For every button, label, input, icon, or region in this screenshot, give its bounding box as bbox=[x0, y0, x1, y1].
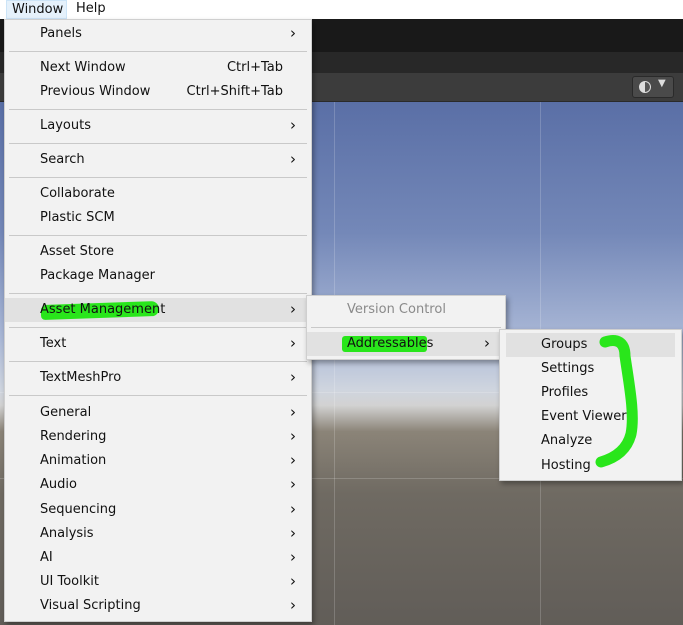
menu-item-label: Hosting bbox=[541, 458, 591, 473]
green-bracket-annotation bbox=[595, 335, 638, 468]
menu-item-analyze[interactable]: Analyze bbox=[500, 429, 681, 453]
menu-item-label: General bbox=[40, 405, 92, 420]
submenu-arrow-icon: › bbox=[290, 427, 296, 445]
menu-item-label: Sequencing bbox=[40, 502, 117, 517]
menu-item-label: Version Control bbox=[347, 302, 446, 317]
submenu-arrow-icon: › bbox=[290, 368, 296, 386]
menu-item-label: Animation bbox=[40, 453, 107, 468]
submenu-arrow-icon: › bbox=[290, 334, 296, 352]
menu-separator bbox=[9, 177, 307, 178]
menu-item-asset-management[interactable]: Asset Management › bbox=[5, 298, 311, 322]
menu-item-general[interactable]: General › bbox=[5, 401, 311, 425]
menu-separator bbox=[9, 293, 307, 294]
menu-item-collaborate[interactable]: Collaborate bbox=[5, 182, 311, 206]
submenu-arrow-icon: › bbox=[290, 475, 296, 493]
menu-item-label: Collaborate bbox=[40, 186, 115, 201]
menu-separator bbox=[9, 51, 307, 52]
submenu-arrow-icon: › bbox=[290, 403, 296, 421]
menu-separator bbox=[9, 361, 307, 362]
menu-item-shortcut: Ctrl+Tab bbox=[226, 60, 283, 75]
menu-item-label: Panels bbox=[40, 26, 82, 41]
menu-item-label: TextMeshPro bbox=[40, 370, 122, 385]
menu-item-label: Rendering bbox=[40, 429, 107, 444]
menu-item-shortcut: Ctrl+Shift+Tab bbox=[186, 84, 283, 99]
submenu-arrow-icon: › bbox=[290, 572, 296, 590]
submenu-arrow-icon: › bbox=[290, 524, 296, 542]
menu-item-label: Next Window bbox=[40, 60, 126, 75]
menu-item-event-viewer[interactable]: Event Viewer bbox=[500, 405, 681, 429]
menu-item-label: Settings bbox=[541, 361, 595, 376]
menu-item-label: Package Manager bbox=[40, 268, 156, 283]
submenu-arrow-icon: › bbox=[290, 548, 296, 566]
submenu-arrow-icon: › bbox=[290, 300, 296, 318]
menu-item-label: Text bbox=[40, 336, 67, 351]
menu-item-search[interactable]: Search › bbox=[5, 148, 311, 172]
dropdown-caret-icon: ▼ bbox=[658, 78, 666, 89]
menu-item-label: Asset Store bbox=[40, 244, 115, 259]
menubar: Window Help bbox=[0, 0, 683, 19]
submenu-arrow-icon: › bbox=[290, 24, 296, 42]
submenu-arrow-icon: › bbox=[484, 334, 490, 352]
menu-item-textmeshpro[interactable]: TextMeshPro › bbox=[5, 366, 311, 390]
menu-item-label: Profiles bbox=[541, 385, 589, 400]
submenu-arrow-icon: › bbox=[290, 150, 296, 168]
menu-item-ai[interactable]: AI › bbox=[5, 546, 311, 570]
menu-item-rendering[interactable]: Rendering › bbox=[5, 425, 311, 449]
menu-item-label: Groups bbox=[541, 337, 588, 352]
menubar-help-label: Help bbox=[76, 1, 106, 16]
menu-item-label: Asset Management bbox=[40, 302, 166, 317]
shading-mode-button[interactable]: ▼ bbox=[632, 76, 674, 98]
menu-item-groups[interactable]: Groups bbox=[506, 333, 675, 357]
menu-item-asset-store[interactable]: Asset Store bbox=[5, 240, 311, 264]
submenu-arrow-icon: › bbox=[290, 596, 296, 614]
menu-separator bbox=[9, 109, 307, 110]
menu-item-label: Previous Window bbox=[40, 84, 151, 99]
menubar-window-label: Window bbox=[12, 2, 64, 17]
menu-separator bbox=[9, 327, 307, 328]
menu-item-panels[interactable]: Panels › bbox=[5, 22, 311, 46]
menu-item-label: UI Toolkit bbox=[40, 574, 99, 589]
submenu-arrow-icon: › bbox=[290, 116, 296, 134]
menu-item-text[interactable]: Text › bbox=[5, 332, 311, 356]
menu-item-hosting[interactable]: Hosting bbox=[500, 454, 681, 478]
menu-item-animation[interactable]: Animation › bbox=[5, 449, 311, 473]
menu-item-visual-scripting[interactable]: Visual Scripting › bbox=[5, 594, 311, 618]
submenu-arrow-icon: › bbox=[290, 500, 296, 518]
menu-item-label: AI bbox=[40, 550, 53, 565]
menu-separator bbox=[311, 327, 501, 328]
asset-management-submenu: Version Control Addressables › bbox=[306, 295, 506, 360]
menu-item-previous-window[interactable]: Previous Window Ctrl+Shift+Tab bbox=[5, 80, 311, 104]
menu-item-layouts[interactable]: Layouts › bbox=[5, 114, 311, 138]
scene-grid-line bbox=[334, 102, 335, 625]
menu-item-label: Visual Scripting bbox=[40, 598, 141, 613]
menu-item-label: Plastic SCM bbox=[40, 210, 115, 225]
submenu-arrow-icon: › bbox=[290, 451, 296, 469]
shading-icon bbox=[639, 81, 651, 93]
menu-item-profiles[interactable]: Profiles bbox=[500, 381, 681, 405]
menu-item-addressables[interactable]: Addressables › bbox=[307, 332, 505, 356]
menu-separator bbox=[9, 235, 307, 236]
menu-item-ui-toolkit[interactable]: UI Toolkit › bbox=[5, 570, 311, 594]
menu-item-plastic-scm[interactable]: Plastic SCM bbox=[5, 206, 311, 230]
menu-separator bbox=[9, 143, 307, 144]
menu-item-analysis[interactable]: Analysis › bbox=[5, 522, 311, 546]
menu-item-label: Search bbox=[40, 152, 85, 167]
menu-item-label: Layouts bbox=[40, 118, 91, 133]
menu-item-audio[interactable]: Audio › bbox=[5, 473, 311, 497]
menu-item-version-control: Version Control bbox=[307, 298, 505, 322]
menu-separator bbox=[9, 395, 307, 396]
menu-item-settings[interactable]: Settings bbox=[500, 357, 681, 381]
window-menu: Panels › Next Window Ctrl+Tab Previous Win… bbox=[4, 19, 312, 622]
menu-item-label: Audio bbox=[40, 477, 77, 492]
menu-item-label: Addressables bbox=[347, 336, 434, 351]
menubar-help[interactable]: Help bbox=[71, 0, 111, 19]
menubar-window[interactable]: Window bbox=[6, 0, 67, 19]
menu-item-next-window[interactable]: Next Window Ctrl+Tab bbox=[5, 56, 311, 80]
addressables-submenu: Groups Settings Profiles Event Viewer An… bbox=[499, 329, 682, 481]
menu-item-package-manager[interactable]: Package Manager bbox=[5, 264, 311, 288]
menu-item-sequencing[interactable]: Sequencing › bbox=[5, 498, 311, 522]
menu-item-label: Analyze bbox=[541, 433, 593, 448]
menu-item-label: Analysis bbox=[40, 526, 94, 541]
